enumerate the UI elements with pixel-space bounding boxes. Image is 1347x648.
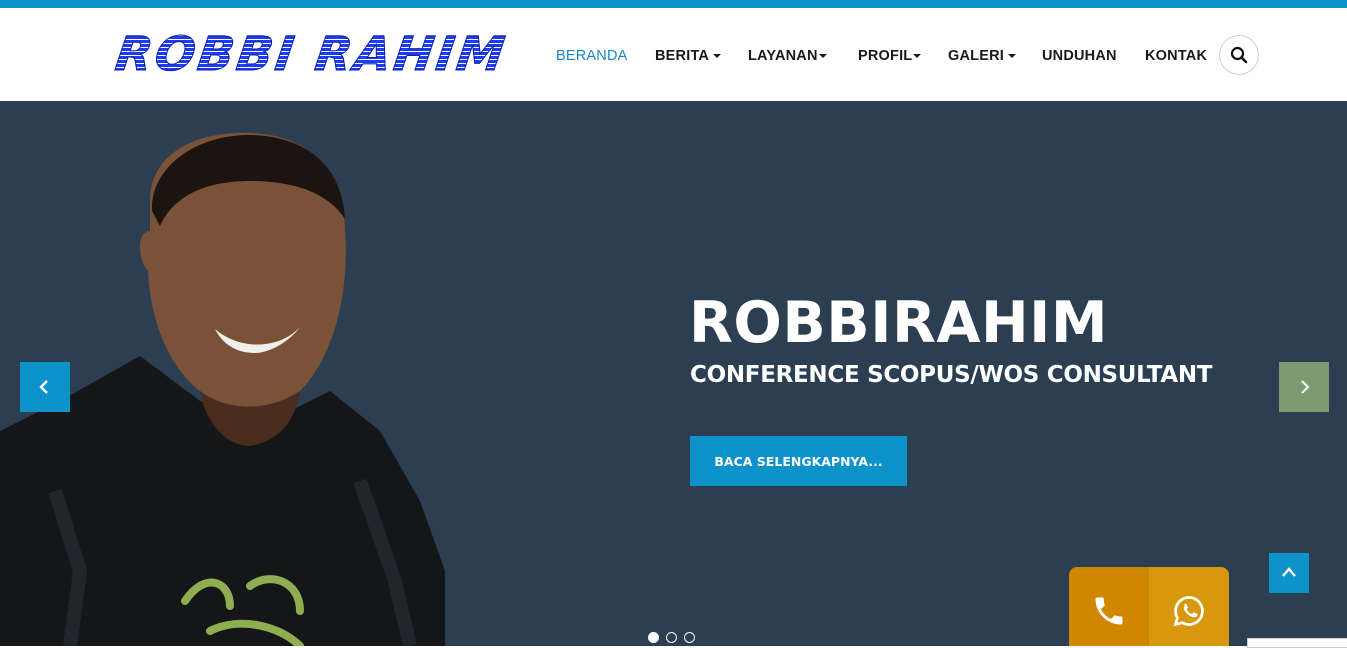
nav-item-kontak[interactable]: KONTAK — [1145, 48, 1207, 64]
search-icon — [1230, 46, 1248, 64]
nav-item-layanan[interactable]: LAYANAN — [748, 48, 827, 64]
chevron-up-icon — [1282, 567, 1296, 577]
hero-subtitle: CONFERENCE SCOPUS/WOS CONSULTANT — [690, 362, 1213, 388]
whatsapp-button[interactable] — [1149, 567, 1229, 646]
hero-slider: ROBBIRAHIM CONFERENCE SCOPUS/WOS CONSULT… — [0, 101, 1347, 646]
certification-badge[interactable] — [1247, 638, 1347, 648]
whatsapp-icon — [1173, 596, 1204, 627]
nav-item-galeri[interactable]: GALERI — [948, 48, 1016, 64]
slide-dot-1[interactable] — [648, 632, 659, 643]
hero-title: ROBBIRAHIM — [689, 290, 1109, 356]
call-button[interactable] — [1069, 567, 1149, 646]
read-more-button[interactable]: BACA SELENGKAPNYA... — [690, 436, 907, 486]
caret-down-icon — [713, 54, 722, 59]
nav-item-label: BERITA — [655, 48, 710, 64]
nav-item-label: GALERI — [948, 48, 1004, 64]
caret-down-icon — [913, 54, 922, 59]
top-accent-bar — [0, 0, 1347, 10]
nav-item-berita[interactable]: BERITA — [655, 48, 722, 64]
phone-icon — [1095, 597, 1123, 625]
nav-item-label: KONTAK — [1145, 48, 1208, 64]
slider-prev-button[interactable] — [20, 362, 70, 412]
nav-item-label: LAYANAN — [748, 48, 818, 64]
nav-item-beranda[interactable]: BERANDA — [556, 48, 628, 64]
nav-item-label: PROFIL — [858, 48, 913, 64]
slide-dot-3[interactable] — [684, 632, 695, 643]
caret-down-icon — [818, 54, 827, 59]
site-header: ROBBI RAHIM BERANDA BERITA LAYANAN PROFI… — [0, 10, 1347, 101]
chevron-left-icon — [39, 380, 48, 394]
search-button[interactable] — [1219, 35, 1259, 75]
nav-item-label: UNDUHAN — [1042, 48, 1117, 64]
slide-dot-2[interactable] — [666, 632, 677, 643]
site-logo[interactable]: ROBBI RAHIM — [112, 27, 512, 83]
chevron-right-icon — [1301, 380, 1310, 394]
nav-item-label: BERANDA — [556, 48, 628, 64]
nav-item-unduhan[interactable]: UNDUHAN — [1042, 48, 1117, 64]
floating-contact-widget — [1069, 567, 1229, 646]
back-to-top-button[interactable] — [1269, 553, 1309, 593]
nav-item-profil[interactable]: PROFIL — [858, 48, 922, 64]
slider-next-button[interactable] — [1279, 362, 1329, 412]
caret-down-icon — [1007, 54, 1016, 59]
